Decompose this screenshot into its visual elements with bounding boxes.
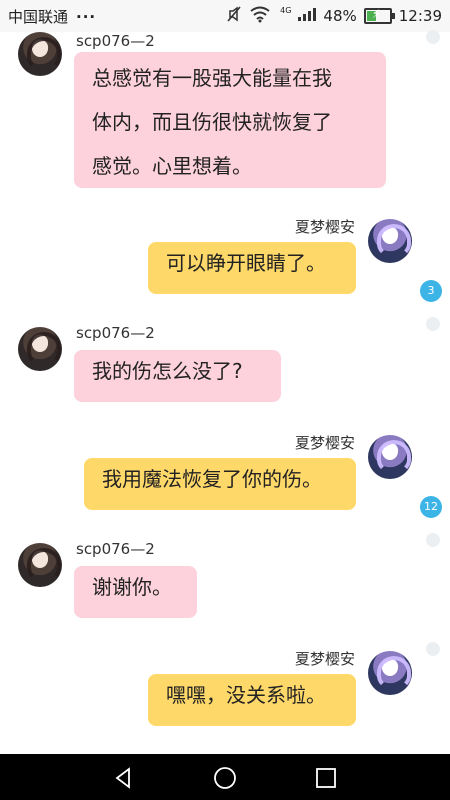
status-left: 中国联通 ··· — [8, 6, 96, 27]
status-dot — [426, 317, 440, 331]
avatar-scp076[interactable] — [18, 32, 62, 76]
status-dot — [426, 533, 440, 547]
message-bubble[interactable]: 我的伤怎么没了? — [74, 350, 281, 402]
sender-name: 夏梦樱安 — [294, 650, 355, 668]
message-bubble[interactable]: 可以睁开眼睛了。 — [148, 242, 356, 294]
back-icon[interactable] — [112, 766, 136, 790]
recent-apps-icon[interactable] — [314, 766, 338, 790]
charging-icon: ⚡ — [371, 7, 381, 21]
message-line: 感觉。心里想着。 — [92, 154, 252, 178]
clock: 12:39 — [398, 7, 442, 25]
battery-percent: 48% — [323, 7, 357, 25]
message-line: 体内，而且伤很快就恢复了 — [92, 110, 332, 134]
signal-icon — [296, 5, 317, 27]
message-bubble[interactable]: 总感觉有一股强大能量在我 体内，而且伤很快就恢复了 感觉。心里想着。 — [74, 52, 386, 188]
sender-name: 夏梦樱安 — [294, 218, 355, 236]
status-bar: 中国联通 ··· 4G 48% ⚡ 12:39 — [0, 0, 450, 32]
sender-name: 夏梦樱安 — [294, 434, 355, 452]
avatar-scp076[interactable] — [18, 543, 62, 587]
chat-screen: 中国联通 ··· 4G 48% ⚡ 12:39 scp076—2 总感觉有一股强… — [0, 0, 450, 800]
avatar-xiamengyingan[interactable] — [368, 219, 412, 263]
mute-icon — [226, 5, 242, 27]
avatar-scp076[interactable] — [18, 327, 62, 371]
carrier-name: 中国联通 — [8, 8, 69, 26]
message-line: 总感觉有一股强大能量在我 — [92, 66, 332, 90]
sender-name: scp076—2 — [76, 540, 155, 558]
battery-icon: ⚡ — [363, 7, 395, 24]
status-dot — [426, 642, 440, 656]
unread-badge[interactable]: 3 — [420, 280, 442, 302]
message-bubble[interactable]: 嘿嘿，没关系啦。 — [148, 674, 356, 726]
message-bubble[interactable]: 我用魔法恢复了你的伤。 — [84, 458, 356, 510]
avatar-xiamengyingan[interactable] — [368, 435, 412, 479]
sender-name: scp076—2 — [76, 324, 155, 342]
home-icon[interactable] — [213, 766, 237, 790]
network-type: 4G — [280, 5, 292, 15]
avatar-xiamengyingan[interactable] — [368, 651, 412, 695]
chat-area[interactable]: scp076—2 总感觉有一股强大能量在我 体内，而且伤很快就恢复了 感觉。心里… — [0, 30, 450, 754]
status-right: 4G 48% ⚡ 12:39 — [226, 5, 442, 27]
unread-badge[interactable]: 12 — [420, 496, 442, 518]
wifi-icon — [249, 5, 271, 27]
more-indicator: ··· — [76, 7, 97, 26]
navigation-bar — [0, 754, 450, 800]
sender-name: scp076—2 — [76, 32, 155, 50]
status-dot — [426, 30, 440, 44]
message-bubble[interactable]: 谢谢你。 — [74, 566, 197, 618]
